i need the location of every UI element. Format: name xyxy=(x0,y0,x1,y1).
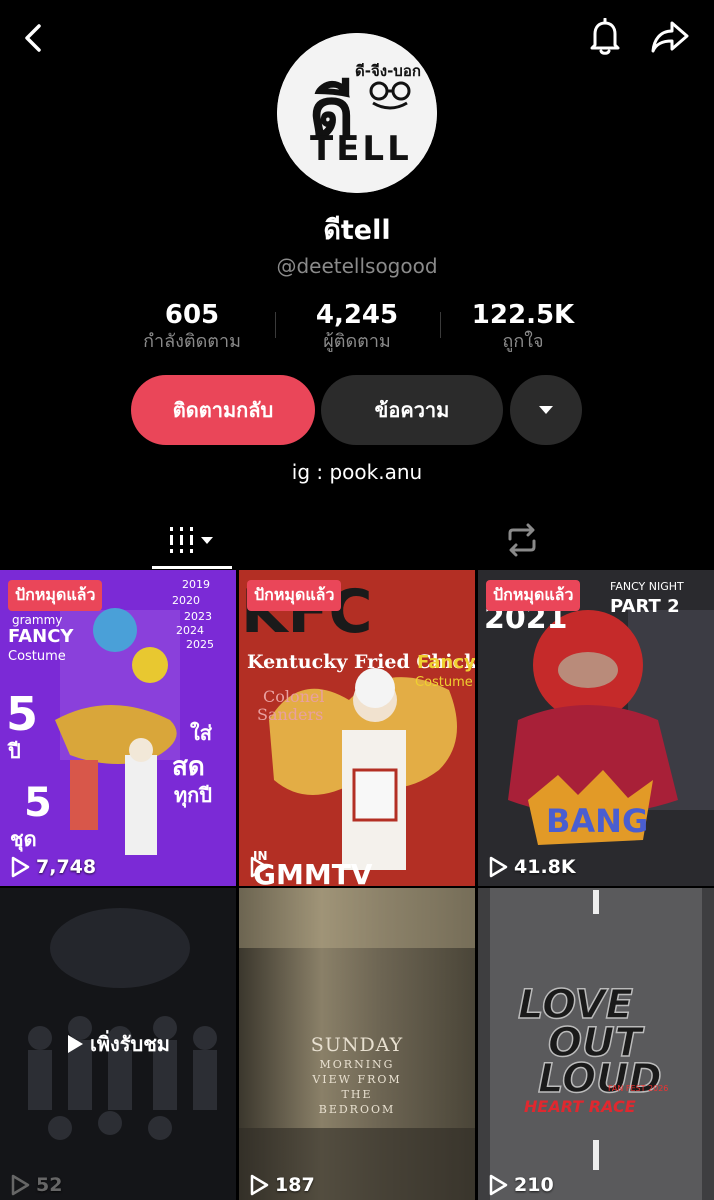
play-icon xyxy=(489,856,508,878)
message-button[interactable]: ข้อความ xyxy=(321,375,503,445)
video-grid-icon xyxy=(170,527,213,553)
share-icon[interactable] xyxy=(648,16,692,58)
caret-down-icon xyxy=(539,406,553,414)
thumbnail-text: 5 xyxy=(6,687,38,741)
video-tile[interactable]: LOVE OUT LOUD FAN FEST 2026 HEART RACE 2… xyxy=(478,888,714,1200)
active-tab-indicator xyxy=(152,566,232,569)
pinned-badge: ปักหมุดแล้ว xyxy=(247,580,342,611)
video-tile[interactable]: 5 ปี 5 ชุด ใส่ สด ทุกปี FANCY Costume gr… xyxy=(0,570,236,886)
thumbnail-text: PART 2 xyxy=(610,596,680,617)
video-thumbnail: KFC Kentucky Fried Chicken Colonel Sande… xyxy=(239,570,475,886)
profile-stats: 605 กำลังติดตาม 4,245 ผู้ติดตาม 122.5K ถ… xyxy=(120,300,594,356)
stat-likes[interactable]: 122.5K ถูกใจ xyxy=(448,300,598,354)
thumbnail-title: SUNDAY xyxy=(310,1034,404,1056)
pinned-badge: ปักหมุดแล้ว xyxy=(486,580,581,611)
more-options-button[interactable] xyxy=(510,375,582,445)
thumbnail-text: FAN FEST 2026 xyxy=(608,1084,668,1093)
thumbnail-text: FANCY xyxy=(8,626,74,647)
follow-back-button[interactable]: ติดตามกลับ xyxy=(131,375,315,445)
thumbnail-text: 2024 xyxy=(176,624,204,637)
profile-tabs xyxy=(0,510,714,570)
thumbnail-text: 2020 xyxy=(172,594,200,607)
view-count: 41.8K xyxy=(488,856,576,878)
stat-likes-label: ถูกใจ xyxy=(502,331,544,352)
thumbnail-text: 2023 xyxy=(184,610,212,623)
play-icon xyxy=(250,856,269,878)
stat-likes-value: 122.5K xyxy=(471,300,575,330)
thumbnail-text: Sanders xyxy=(257,705,323,724)
view-count: 52 xyxy=(10,1174,62,1196)
thumbnail-title: THE xyxy=(341,1088,373,1101)
thumbnail-text: 5 xyxy=(24,780,52,826)
thumbnail-text: BANG xyxy=(546,802,648,840)
video-thumbnail: 2021 FANCY NIGHT PART 2 BANG xyxy=(478,570,714,886)
stat-divider xyxy=(275,312,276,338)
thumbnail-text: grammy xyxy=(12,613,62,627)
view-count-value: 210 xyxy=(514,1174,554,1196)
recently-watched-text: เพิ่งรับชม xyxy=(90,1032,170,1056)
thumbnail-title: MORNING xyxy=(319,1058,395,1071)
view-count: 7,748 xyxy=(10,856,96,878)
notification-bell-icon[interactable] xyxy=(584,16,626,58)
thumbnail-text: ปี xyxy=(7,739,21,763)
profile-avatar[interactable]: ดี ดี-จีง-บอก TELL xyxy=(277,33,437,193)
stat-followers[interactable]: 4,245 ผู้ติดตาม xyxy=(282,300,432,354)
username-handle: @deetellsogood xyxy=(276,254,438,278)
thumbnail-text: สด xyxy=(172,752,205,782)
display-name: ดีtell xyxy=(323,215,391,246)
play-icon xyxy=(489,1174,508,1196)
avatar-logo-main-text: TELL xyxy=(310,129,412,169)
play-filled-icon xyxy=(68,1035,83,1053)
thumbnail-text: 2025 xyxy=(186,638,214,651)
thumbnail-title: VIEW FROM xyxy=(312,1073,402,1086)
view-count-value: 7,748 xyxy=(36,856,97,878)
view-count: 187 xyxy=(249,1174,315,1196)
repost-icon xyxy=(508,523,536,557)
stat-followers-value: 4,245 xyxy=(315,300,399,330)
video-thumbnail: LOVE OUT LOUD FAN FEST 2026 HEART RACE xyxy=(478,888,714,1200)
play-icon xyxy=(250,1174,269,1196)
avatar-logo-top-text: ดี-จีง-บอก xyxy=(355,62,421,80)
thumbnail-text: FANCY NIGHT xyxy=(610,580,684,593)
play-icon xyxy=(11,1174,30,1196)
back-icon[interactable] xyxy=(14,18,54,58)
video-tile[interactable]: KFC Kentucky Fried Chicken Colonel Sande… xyxy=(239,570,475,886)
pinned-badge: ปักหมุดแล้ว xyxy=(8,580,103,611)
thumbnail-text: LOUD xyxy=(538,1056,662,1102)
stat-following[interactable]: 605 กำลังติดตาม xyxy=(117,300,267,354)
tab-reposts[interactable] xyxy=(490,510,554,570)
view-count: 210 xyxy=(488,1174,554,1196)
video-grid: 5 ปี 5 ชุด ใส่ สด ทุกปี FANCY Costume gr… xyxy=(0,570,714,1200)
thumbnail-text: ทุกปี xyxy=(174,783,212,808)
thumbnail-title: BEDROOM xyxy=(318,1103,396,1116)
video-tile[interactable]: เพิ่งรับชม 52 xyxy=(0,888,236,1200)
view-count-value: 52 xyxy=(36,1174,63,1196)
view-count-value: 41.8K xyxy=(514,856,576,878)
view-count xyxy=(249,856,275,878)
thumbnail-text: Costume xyxy=(415,675,473,690)
bio-text: ig : pook.anu xyxy=(291,460,423,484)
thumbnail-text: 2019 xyxy=(182,578,210,591)
thumbnail-text: Colonel xyxy=(263,687,325,706)
video-tile[interactable]: 2021 FANCY NIGHT PART 2 BANG ปักหมุดแล้ว… xyxy=(478,570,714,886)
thumbnail-text: Fancy xyxy=(417,652,475,673)
stat-followers-label: ผู้ติดตาม xyxy=(323,331,391,352)
stat-following-label: กำลังติดตาม xyxy=(143,331,241,352)
stat-divider xyxy=(440,312,441,338)
recently-watched-label: เพิ่งรับชม xyxy=(0,1028,236,1060)
thumbnail-text: Costume xyxy=(8,649,66,664)
thumbnail-text: ใส่ xyxy=(190,721,213,745)
thumbnail-text: ชุด xyxy=(10,827,37,852)
thumbnail-text: HEART RACE xyxy=(524,1097,636,1116)
view-count-value: 187 xyxy=(275,1174,315,1196)
stat-following-value: 605 xyxy=(164,300,220,330)
video-tile[interactable]: SUNDAY MORNING VIEW FROM THE BEDROOM 187 xyxy=(239,888,475,1200)
play-icon xyxy=(11,856,30,878)
tab-videos[interactable] xyxy=(152,510,232,570)
video-thumbnail: 5 ปี 5 ชุด ใส่ สด ทุกปี FANCY Costume gr… xyxy=(0,570,236,886)
